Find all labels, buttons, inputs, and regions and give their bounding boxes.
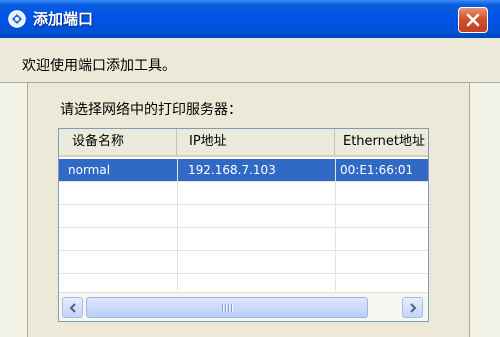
horizontal-scrollbar[interactable] [59,292,428,321]
list-item [59,251,428,274]
title-bar[interactable]: 添加端口 [0,0,500,38]
print-server-list[interactable]: 设备名称 IP地址 Ethernet地址 normal 192.168.7.10… [58,128,429,322]
cell-ethernet-address: 00:E1:66:01 [340,163,414,177]
scroll-left-button[interactable] [62,297,83,318]
list-item [59,228,428,251]
cell-ip-address: 192.168.7.103 [188,163,276,177]
list-header: 设备名称 IP地址 Ethernet地址 [59,129,428,157]
list-item [59,182,428,205]
column-header-ip-address[interactable]: IP地址 [177,129,335,155]
column-header-ethernet-address[interactable]: Ethernet地址 [335,129,428,155]
list-item [59,205,428,228]
scroll-thumb[interactable] [86,297,368,318]
network-printer-icon [7,9,27,29]
column-divider [177,157,178,291]
cell-device-name: normal [68,163,111,177]
close-button[interactable] [458,7,488,33]
window-title: 添加端口 [33,10,94,28]
column-header-device-name[interactable]: 设备名称 [59,129,177,155]
select-server-prompt: 请选择网络中的打印服务器： [60,102,242,118]
grip-icon [222,304,234,313]
column-divider [335,157,336,291]
scroll-right-button[interactable] [402,297,423,318]
welcome-text: 欢迎使用端口添加工具。 [22,58,176,74]
table-row[interactable]: normal 192.168.7.103 00:E1:66:01 [59,159,428,182]
